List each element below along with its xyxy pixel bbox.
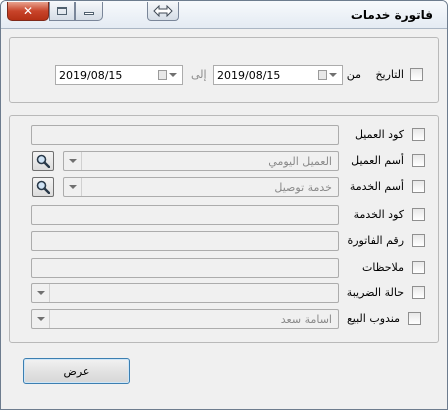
- date-filter-group: التاريخ من 2019/08/15 إلى 2019/08/15: [9, 37, 439, 103]
- chevron-down-icon[interactable]: [32, 284, 50, 302]
- chevron-down-icon[interactable]: [64, 152, 82, 170]
- customer-code-checkbox[interactable]: [412, 128, 425, 141]
- sales-rep-combo[interactable]: اسامة سعد: [31, 309, 339, 329]
- calendar-icon: [318, 70, 327, 80]
- minimize-icon: [84, 12, 94, 15]
- resize-button[interactable]: [147, 2, 179, 21]
- from-label: من: [346, 68, 361, 81]
- date-label: التاريخ: [375, 68, 404, 81]
- window-title: فاتورة خدمات: [350, 8, 433, 22]
- magnifier-icon: [36, 180, 50, 194]
- customer-name-combo[interactable]: العميل اليومي: [63, 151, 339, 171]
- close-icon: ✕: [22, 4, 34, 18]
- customer-name-value: العميل اليومي: [268, 155, 332, 168]
- notes-checkbox[interactable]: [412, 261, 425, 274]
- invoice-number-label: رقم الفاتورة: [347, 234, 404, 247]
- service-name-combo[interactable]: خدمة توصيل: [63, 177, 339, 197]
- calendar-icon: [158, 70, 167, 80]
- resize-arrows-icon: [153, 5, 173, 17]
- chevron-down-icon: [329, 73, 337, 77]
- customer-search-button[interactable]: [32, 151, 54, 171]
- service-name-label: أسم الخدمة: [349, 180, 404, 193]
- customer-code-label: كود العميل: [354, 128, 404, 141]
- from-date-dropdown[interactable]: [318, 69, 340, 81]
- to-date-picker[interactable]: 2019/08/15: [55, 65, 183, 85]
- customer-name-label: أسم العميل: [351, 154, 404, 167]
- invoice-number-checkbox[interactable]: [412, 234, 425, 247]
- notes-label: ملاحظات: [362, 261, 404, 274]
- service-code-label: كود الخدمة: [353, 208, 404, 221]
- notes-input[interactable]: [31, 258, 339, 278]
- filter-fields-group: كود العميل أسم العميل العميل اليومي أسم …: [9, 115, 439, 343]
- maximize-icon: [57, 7, 67, 15]
- date-filter-checkbox[interactable]: [410, 68, 423, 81]
- chevron-down-icon: [169, 73, 177, 77]
- show-button[interactable]: عرض: [23, 358, 130, 384]
- minimize-button[interactable]: [75, 2, 103, 21]
- invoice-number-input[interactable]: [31, 231, 339, 251]
- to-date-dropdown[interactable]: [158, 69, 180, 81]
- service-name-value: خدمة توصيل: [274, 181, 332, 194]
- service-code-input[interactable]: [31, 205, 339, 225]
- sales-rep-value: اسامة سعد: [280, 313, 332, 326]
- from-date-picker[interactable]: 2019/08/15: [213, 65, 343, 85]
- sales-rep-label: مندوب البيع: [346, 312, 400, 325]
- customer-code-input[interactable]: [31, 125, 339, 145]
- service-name-checkbox[interactable]: [412, 180, 425, 193]
- service-search-button[interactable]: [32, 177, 54, 197]
- sales-rep-checkbox[interactable]: [408, 312, 421, 325]
- title-bar[interactable]: ✕ فاتورة خدمات: [1, 1, 447, 29]
- tax-status-checkbox[interactable]: [412, 286, 425, 299]
- maximize-button[interactable]: [49, 2, 75, 21]
- tax-status-label: حالة الضريبة: [346, 286, 404, 299]
- to-label: إلى: [191, 68, 207, 81]
- chevron-down-icon[interactable]: [32, 310, 50, 328]
- magnifier-icon: [36, 154, 50, 168]
- close-button[interactable]: ✕: [7, 2, 49, 21]
- chevron-down-icon[interactable]: [64, 178, 82, 196]
- service-invoice-window: ✕ فاتورة خدمات التاريخ من 2019/08/15 إلى: [0, 0, 448, 410]
- tax-status-combo[interactable]: [31, 283, 339, 303]
- customer-name-checkbox[interactable]: [412, 154, 425, 167]
- service-code-checkbox[interactable]: [412, 208, 425, 221]
- to-date-value: 2019/08/15: [59, 69, 123, 82]
- from-date-value: 2019/08/15: [217, 69, 281, 82]
